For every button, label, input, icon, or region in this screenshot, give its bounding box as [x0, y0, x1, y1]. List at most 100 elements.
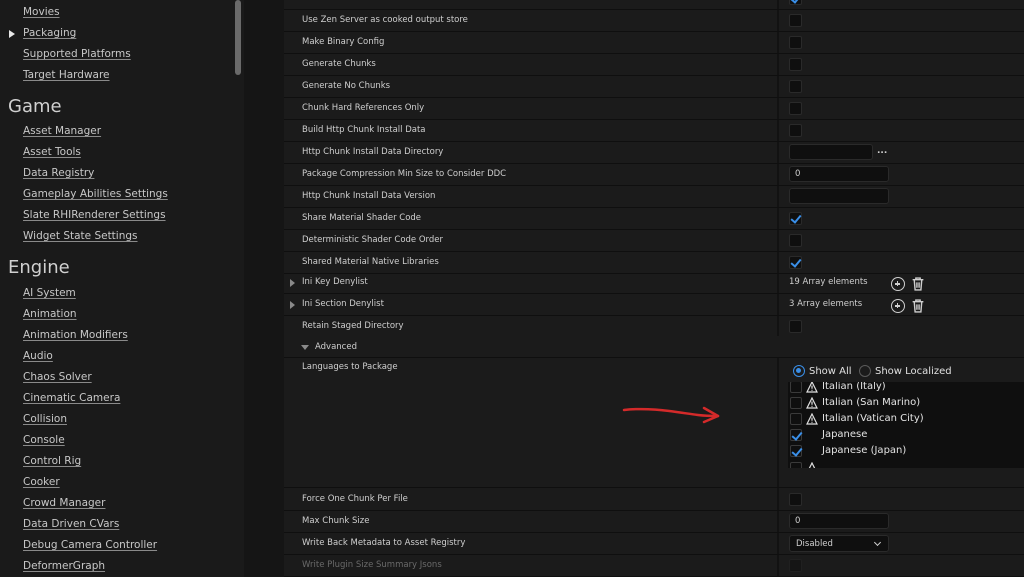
add-element-icon[interactable] [891, 277, 905, 291]
sidebar-section-engine: Engine [8, 257, 70, 278]
sidebar-item-gameplay-abilities[interactable]: Gameplay Abilities Settings [23, 188, 168, 200]
warning-icon [806, 397, 818, 409]
list-item[interactable]: Italian (San Marino) [788, 396, 1024, 412]
property-row-retain-staged: Retain Staged Directory [284, 316, 1024, 338]
chunk-hard-refs-checkbox[interactable] [789, 102, 802, 115]
property-row-pkg-compression: Package Compression Min Size to Consider… [284, 164, 1024, 186]
language-checkbox[interactable] [790, 382, 802, 393]
sidebar-item-debug-camera-controller[interactable]: Debug Camera Controller [23, 539, 157, 551]
sidebar-item-ai-system[interactable]: AI System [23, 287, 76, 299]
sidebar-item-console[interactable]: Console [23, 434, 65, 446]
sidebar-scrollbar[interactable] [235, 0, 241, 75]
property-label: Generate No Chunks [302, 81, 391, 91]
share-shader-checkbox[interactable] [789, 212, 802, 225]
show-all-label[interactable]: Show All [809, 366, 852, 377]
property-row-share-shader: Share Material Shader Code [284, 208, 1024, 230]
language-name: Japanese [822, 429, 868, 440]
sidebar-item-movies[interactable]: Movies [23, 6, 60, 18]
show-localized-radio[interactable] [859, 365, 871, 377]
sidebar-item-deformergraph[interactable]: DeformerGraph [23, 560, 105, 572]
write-back-dropdown[interactable]: Disabled [789, 535, 889, 552]
http-version-input[interactable] [789, 188, 889, 204]
make-binary-checkbox[interactable] [789, 36, 802, 49]
property-label: Share Material Shader Code [302, 213, 422, 223]
property-label: Http Chunk Install Data Directory [302, 147, 444, 157]
shared-native-checkbox[interactable] [789, 256, 802, 269]
property-label: Use Zen Server as cooked output store [302, 15, 468, 25]
expand-arrow-icon[interactable] [290, 279, 295, 287]
annotation-arrow-icon [622, 406, 720, 424]
property-row-ini-section: Ini Section Denylist 3 Array elements [284, 294, 1024, 316]
sidebar-item-animation-modifiers[interactable]: Animation Modifiers [23, 329, 128, 341]
add-element-icon[interactable] [891, 299, 905, 313]
generate-no-chunks-checkbox[interactable] [789, 80, 802, 93]
property-row-build-http: Build Http Chunk Install Data [284, 120, 1024, 142]
list-item-partial[interactable] [788, 461, 1024, 468]
use-zen-checkbox[interactable] [789, 14, 802, 27]
sidebar-item-audio[interactable]: Audio [23, 350, 53, 362]
max-chunk-input[interactable]: 0 [789, 513, 889, 529]
language-name: Japanese (Japan) [822, 445, 907, 456]
generate-chunks-checkbox[interactable] [789, 58, 802, 71]
sidebar-item-data-registry[interactable]: Data Registry [23, 167, 94, 179]
trash-icon[interactable] [911, 277, 925, 291]
sidebar-section-game: Game [8, 96, 62, 117]
expand-arrow-icon[interactable] [290, 301, 295, 309]
property-row-use-zen: Use Zen Server as cooked output store [284, 10, 1024, 32]
language-list[interactable]: Italian (Italy) Italian (San Marino) Ita… [788, 382, 1024, 468]
sidebar-item-collision[interactable]: Collision [23, 413, 67, 425]
build-http-checkbox[interactable] [789, 124, 802, 137]
language-name: Italian (Italy) [822, 382, 886, 392]
list-item[interactable]: Italian (Italy) [788, 382, 1024, 396]
sidebar-item-asset-tools[interactable]: Asset Tools [23, 146, 81, 158]
deterministic-checkbox[interactable] [789, 234, 802, 247]
browse-button[interactable]: ... [877, 146, 887, 156]
sidebar-item-packaging[interactable]: Packaging [8, 27, 76, 39]
language-checkbox[interactable] [790, 445, 802, 457]
sidebar-item-slate-rhirenderer[interactable]: Slate RHIRenderer Settings [23, 209, 166, 221]
property-label: Max Chunk Size [302, 516, 370, 526]
language-checkbox[interactable] [790, 397, 802, 409]
partial-checkbox[interactable] [789, 0, 802, 5]
sidebar-item-crowd-manager[interactable]: Crowd Manager [23, 497, 105, 509]
property-label: Write Back Metadata to Asset Registry [302, 538, 466, 548]
retain-staged-checkbox[interactable] [789, 320, 802, 333]
property-label: Retain Staged Directory [302, 321, 404, 331]
sidebar-item-widget-state[interactable]: Widget State Settings [23, 230, 138, 242]
force-one-chunk-checkbox[interactable] [789, 493, 802, 506]
property-row-partial [284, 0, 1024, 10]
language-checkbox[interactable] [790, 413, 802, 425]
property-row-generate-chunks: Generate Chunks [284, 54, 1024, 76]
list-item[interactable]: Japanese (Japan) [788, 444, 1024, 460]
advanced-section-header[interactable]: Advanced [284, 336, 1024, 358]
sidebar-item-asset-manager[interactable]: Asset Manager [23, 125, 101, 137]
http-dir-input[interactable] [789, 144, 873, 160]
sidebar-item-supported-platforms[interactable]: Supported Platforms [23, 48, 131, 60]
collapse-arrow-icon[interactable] [301, 345, 309, 350]
sidebar-item-animation[interactable]: Animation [23, 308, 77, 320]
advanced-label: Advanced [315, 342, 357, 352]
sidebar-item-chaos-solver[interactable]: Chaos Solver [23, 371, 92, 383]
warning-icon [806, 413, 818, 425]
show-all-radio[interactable] [793, 365, 805, 377]
sidebar-item-cinematic-camera[interactable]: Cinematic Camera [23, 392, 120, 404]
property-row-ini-key: Ini Key Denylist 19 Array elements [284, 272, 1024, 294]
property-row-shared-native: Shared Material Native Libraries [284, 252, 1024, 274]
settings-sidebar: Movies Packaging Supported Platforms Tar… [0, 0, 244, 577]
property-row-make-binary: Make Binary Config [284, 32, 1024, 54]
list-item[interactable]: Japanese [788, 428, 1024, 444]
pkg-compression-input[interactable]: 0 [789, 166, 889, 182]
write-plugin-checkbox [789, 559, 802, 572]
property-row-http-version: Http Chunk Install Data Version [284, 186, 1024, 208]
show-localized-label[interactable]: Show Localized [875, 366, 952, 377]
language-checkbox[interactable] [790, 462, 802, 468]
sidebar-item-control-rig[interactable]: Control Rig [23, 455, 81, 467]
language-checkbox[interactable] [790, 429, 802, 441]
list-item[interactable]: Italian (Vatican City) [788, 412, 1024, 428]
sidebar-item-cooker[interactable]: Cooker [23, 476, 60, 488]
sidebar-item-target-hardware[interactable]: Target Hardware [23, 69, 110, 81]
trash-icon[interactable] [911, 299, 925, 313]
sidebar-item-data-driven-cvars[interactable]: Data Driven CVars [23, 518, 119, 530]
property-label: Generate Chunks [302, 59, 376, 69]
array-count: 3 Array elements [789, 299, 863, 309]
